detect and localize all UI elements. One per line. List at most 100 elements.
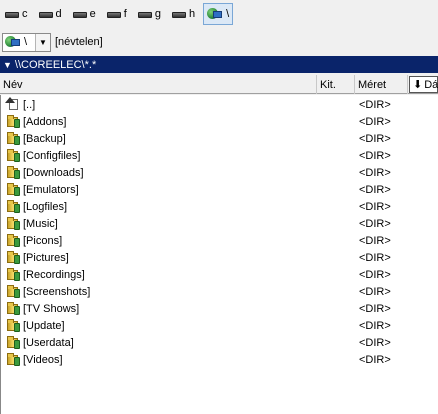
folder-icon xyxy=(5,114,21,129)
file-name: [Videos] xyxy=(23,353,63,366)
file-list[interactable]: [..] <DIR> [Addons] <DIR> [Backup] <DIR>… xyxy=(0,95,438,414)
file-size: <DIR> xyxy=(359,217,391,230)
volume-label: [névtelen] xyxy=(55,36,103,48)
file-name: [Recordings] xyxy=(23,268,85,281)
file-size: <DIR> xyxy=(359,268,391,281)
drive-bar: c d e f g h \ xyxy=(0,0,438,27)
file-size: <DIR> xyxy=(359,336,391,349)
drive-g-button[interactable]: g xyxy=(135,3,164,25)
file-size: <DIR> xyxy=(359,183,391,196)
list-item-parent[interactable]: [..] <DIR> xyxy=(2,96,438,113)
hard-drive-icon xyxy=(137,12,152,18)
column-header: Név Kit. Méret ⬇ Dát xyxy=(0,75,438,94)
file-name: [Addons] xyxy=(23,115,67,128)
list-item[interactable]: [Logfiles] <DIR> xyxy=(2,198,438,215)
folder-icon xyxy=(5,352,21,367)
drive-select-text: \ xyxy=(24,36,28,48)
network-icon xyxy=(5,35,21,49)
file-name: [Userdata] xyxy=(23,336,74,349)
file-name: [Logfiles] xyxy=(23,200,68,213)
folder-icon xyxy=(5,216,21,231)
drive-label: c xyxy=(22,7,28,20)
drive-d-button[interactable]: d xyxy=(36,3,65,25)
current-path-bar[interactable]: ▼ \\COREELEC\*.* xyxy=(0,56,438,73)
sort-arrow-icon: ⬇ xyxy=(413,79,423,91)
file-size: <DIR> xyxy=(359,149,391,162)
file-name: [Pictures] xyxy=(23,251,69,264)
list-item[interactable]: [Videos] <DIR> xyxy=(2,351,438,368)
hard-drive-icon xyxy=(38,12,53,18)
list-item[interactable]: [Userdata] <DIR> xyxy=(2,334,438,351)
list-item[interactable]: [TV Shows] <DIR> xyxy=(2,300,438,317)
history-dropdown-icon[interactable]: ▼ xyxy=(3,60,12,70)
folder-icon xyxy=(5,182,21,197)
folder-icon xyxy=(5,335,21,350)
folder-icon xyxy=(5,301,21,316)
column-name-label: Név xyxy=(3,78,23,91)
list-item[interactable]: [Screenshots] <DIR> xyxy=(2,283,438,300)
drive-select-value: \ xyxy=(3,35,35,49)
folder-icon xyxy=(5,284,21,299)
folder-icon xyxy=(5,318,21,333)
drive-f-button[interactable]: f xyxy=(104,3,130,25)
folder-icon xyxy=(5,267,21,282)
drive-label: h xyxy=(188,7,196,20)
file-name: [Update] xyxy=(23,319,65,332)
file-size: <DIR> xyxy=(359,302,391,315)
network-icon xyxy=(207,7,223,21)
file-name: [Screenshots] xyxy=(23,285,91,298)
file-name: [..] xyxy=(23,98,36,111)
file-size: <DIR> xyxy=(359,234,391,247)
file-size: <DIR> xyxy=(359,98,391,111)
drive-label: g xyxy=(154,7,161,20)
hard-drive-icon xyxy=(72,12,87,18)
parent-dir-icon xyxy=(5,97,21,112)
file-size: <DIR> xyxy=(359,115,391,128)
column-header-ext[interactable]: Kit. xyxy=(317,75,355,94)
file-size: <DIR> xyxy=(359,166,391,179)
drive-e-button[interactable]: e xyxy=(70,3,99,25)
list-item[interactable]: [Pictures] <DIR> xyxy=(2,249,438,266)
file-size: <DIR> xyxy=(359,132,391,145)
hard-drive-icon xyxy=(171,12,186,18)
list-item[interactable]: [Configfiles] <DIR> xyxy=(2,147,438,164)
file-size: <DIR> xyxy=(359,251,391,264)
folder-icon xyxy=(5,148,21,163)
column-header-size[interactable]: Méret xyxy=(355,75,408,94)
folder-icon xyxy=(5,250,21,265)
drive-select-row: \ ▼ [névtelen] xyxy=(0,31,438,53)
drive-label: f xyxy=(123,7,127,20)
file-size: <DIR> xyxy=(359,285,391,298)
column-date-label: Dát xyxy=(424,78,438,91)
drive-select-combo[interactable]: \ ▼ xyxy=(2,32,51,52)
current-path-text: \\COREELEC\*.* xyxy=(14,58,97,71)
drive-label: d xyxy=(55,7,62,20)
file-name: [Backup] xyxy=(23,132,66,145)
list-item[interactable]: [Recordings] <DIR> xyxy=(2,266,438,283)
drive-label: e xyxy=(89,7,96,20)
drive-label: \ xyxy=(226,7,230,20)
hard-drive-icon xyxy=(106,12,121,18)
list-item[interactable]: [Music] <DIR> xyxy=(2,215,438,232)
file-name: [TV Shows] xyxy=(23,302,80,315)
list-item[interactable]: [Addons] <DIR> xyxy=(2,113,438,130)
drive-c-button[interactable]: c xyxy=(2,3,31,25)
file-size: <DIR> xyxy=(359,319,391,332)
list-item[interactable]: [Backup] <DIR> xyxy=(2,130,438,147)
drive-h-button[interactable]: h xyxy=(169,3,198,25)
column-size-label: Méret xyxy=(358,78,387,91)
file-name: [Downloads] xyxy=(23,166,84,179)
file-name: [Emulators] xyxy=(23,183,79,196)
list-item[interactable]: [Downloads] <DIR> xyxy=(2,164,438,181)
drive-network-button[interactable]: \ xyxy=(203,2,234,25)
file-size: <DIR> xyxy=(359,200,391,213)
folder-icon xyxy=(5,165,21,180)
column-header-date[interactable]: ⬇ Dát xyxy=(409,76,438,93)
list-item[interactable]: [Picons] <DIR> xyxy=(2,232,438,249)
column-ext-label: Kit. xyxy=(320,78,336,91)
list-item[interactable]: [Emulators] <DIR> xyxy=(2,181,438,198)
folder-icon xyxy=(5,131,21,146)
list-item[interactable]: [Update] <DIR> xyxy=(2,317,438,334)
chevron-down-icon[interactable]: ▼ xyxy=(35,33,50,51)
column-header-name[interactable]: Név xyxy=(0,75,317,94)
